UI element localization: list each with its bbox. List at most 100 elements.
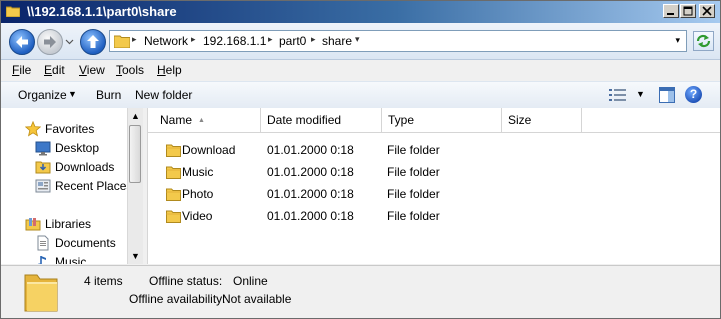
explorer-window: \\192.168.1.1\part0\share ▸ Network ▸ 19…: [0, 0, 721, 319]
file-date: 01.01.2000 0:18: [267, 209, 354, 223]
folder-icon: [166, 188, 181, 201]
window-title: \\192.168.1.1\part0\share: [27, 4, 177, 19]
nav-recent-places-label: Recent Places: [55, 179, 127, 193]
file-date: 01.01.2000 0:18: [267, 143, 354, 157]
forward-arrow-icon: [44, 36, 56, 48]
folder-icon: [24, 274, 58, 312]
menu-edit[interactable]: Edit: [44, 63, 65, 77]
offline-status-label: Offline status:: [149, 274, 223, 288]
file-type: File folder: [387, 209, 440, 223]
star-icon: [25, 121, 41, 137]
burn-button[interactable]: Burn: [96, 88, 121, 102]
breadcrumb-share[interactable]: share: [322, 34, 352, 48]
new-folder-button[interactable]: New folder: [135, 88, 192, 102]
forward-button[interactable]: [37, 29, 63, 55]
scrollbar-thumb[interactable]: [129, 125, 141, 183]
organize-button[interactable]: Organize: [18, 88, 67, 102]
downloads-folder-icon: [35, 161, 51, 174]
folder-icon: [166, 210, 181, 223]
column-header-name[interactable]: Name ▲: [154, 108, 261, 132]
column-name-label: Name: [160, 113, 193, 127]
nav-desktop-label: Desktop: [55, 141, 100, 155]
maximize-button[interactable]: [680, 4, 696, 18]
column-type-label: Type: [388, 113, 415, 127]
file-list: Name ▲ Date modified Type Size Download 0…: [148, 108, 720, 264]
folder-icon: [166, 144, 181, 157]
documents-icon: [37, 235, 49, 251]
menu-file[interactable]: File: [12, 63, 31, 77]
file-type: File folder: [387, 143, 440, 157]
nav-music-label: Music: [55, 255, 87, 264]
table-row[interactable]: Photo 01.01.2000 0:18 File folder: [148, 183, 720, 205]
folder-icon: [6, 6, 20, 17]
navigation-pane: Favorites Desktop Downloads Recent Place…: [1, 108, 127, 264]
desktop-icon: [35, 141, 51, 156]
column-size-label: Size: [508, 113, 532, 127]
nav-pane-scrollbar[interactable]: ▲ ▼: [127, 108, 143, 264]
breadcrumb-separator[interactable]: ▸: [311, 34, 316, 45]
up-button[interactable]: [80, 29, 106, 55]
refresh-button[interactable]: [693, 31, 714, 51]
up-arrow-icon: [87, 35, 99, 48]
column-date-label: Date modified: [267, 113, 342, 127]
back-button[interactable]: [9, 29, 35, 55]
sort-ascending-icon: ▲: [198, 117, 205, 124]
column-header-size[interactable]: Size: [502, 108, 582, 132]
breadcrumb-network[interactable]: Network: [144, 34, 188, 48]
navigation-bar: ▸ Network ▸ 192.168.1.1 ▸ part0 ▸ share …: [1, 23, 720, 60]
address-bar[interactable]: ▸ Network ▸ 192.168.1.1 ▸ part0 ▸ share …: [109, 30, 687, 52]
file-name: Video: [182, 209, 213, 223]
help-icon[interactable]: ?: [685, 86, 702, 103]
table-row[interactable]: Video 01.01.2000 0:18 File folder: [148, 205, 720, 227]
breadcrumb-host[interactable]: 192.168.1.1: [203, 34, 266, 48]
offline-availability-value: Not available: [222, 292, 292, 306]
table-row[interactable]: Download 01.01.2000 0:18 File folder: [148, 139, 720, 161]
preview-pane-icon[interactable]: [659, 87, 675, 103]
nav-downloads-label: Downloads: [55, 160, 115, 174]
menu-view[interactable]: View: [79, 63, 105, 77]
command-bar: Organize ▼ Burn New folder ▼ ?: [1, 81, 720, 109]
offline-availability-label: Offline availability:: [129, 292, 226, 306]
folder-icon: [166, 166, 181, 179]
column-header-date[interactable]: Date modified: [261, 108, 382, 132]
file-name: Download: [182, 143, 236, 157]
breadcrumb-separator[interactable]: ▸: [132, 34, 137, 45]
scroll-up-icon[interactable]: ▲: [131, 111, 140, 121]
nav-libraries-label: Libraries: [45, 217, 92, 231]
chevron-down-icon[interactable]: ▼: [636, 89, 645, 99]
nav-documents-label: Documents: [55, 236, 116, 250]
breadcrumb-separator[interactable]: ▾: [355, 34, 360, 45]
breadcrumb-separator[interactable]: ▸: [268, 34, 273, 45]
column-header-type[interactable]: Type: [382, 108, 502, 132]
close-button[interactable]: [699, 4, 715, 18]
file-type: File folder: [387, 165, 440, 179]
item-count: 4 items: [84, 274, 123, 288]
refresh-icon: [696, 34, 711, 48]
address-history-dropdown[interactable]: ▾: [675, 35, 680, 46]
file-date: 01.01.2000 0:18: [267, 165, 354, 179]
recent-places-icon: [35, 179, 51, 193]
nav-favorites-label: Favorites: [45, 122, 95, 136]
offline-status-value: Online: [233, 274, 268, 288]
scroll-down-icon[interactable]: ▼: [131, 251, 140, 261]
minimize-button[interactable]: [663, 4, 679, 18]
title-bar[interactable]: \\192.168.1.1\part0\share: [1, 1, 720, 23]
details-pane: 4 items Offline status: Online Offline a…: [1, 265, 720, 318]
libraries-icon: [25, 218, 41, 231]
recent-pages-dropdown[interactable]: [65, 37, 74, 46]
menu-tools[interactable]: Tools: [116, 63, 144, 77]
file-type: File folder: [387, 187, 440, 201]
breadcrumb-separator[interactable]: ▸: [191, 34, 196, 45]
menu-help[interactable]: Help: [157, 63, 182, 77]
file-date: 01.01.2000 0:18: [267, 187, 354, 201]
file-name: Music: [182, 165, 214, 179]
file-name: Photo: [182, 187, 214, 201]
breadcrumb-part0[interactable]: part0: [279, 34, 306, 48]
column-header-row: Name ▲ Date modified Type Size: [148, 108, 720, 133]
table-row[interactable]: Music 01.01.2000 0:18 File folder: [148, 161, 720, 183]
menu-bar: File Edit View Tools Help: [1, 60, 720, 81]
back-arrow-icon: [16, 36, 28, 48]
chevron-down-icon[interactable]: ▼: [68, 89, 77, 99]
view-options-icon[interactable]: [609, 88, 627, 102]
folder-icon: [114, 35, 130, 48]
